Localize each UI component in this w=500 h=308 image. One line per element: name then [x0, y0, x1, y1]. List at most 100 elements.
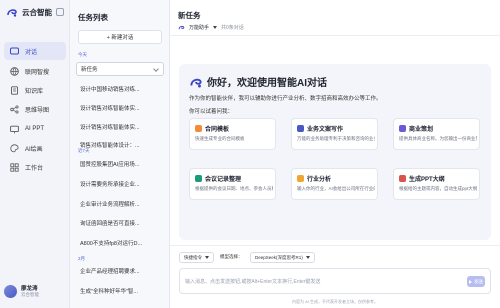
check-icon — [195, 175, 202, 182]
conversation-item[interactable]: 国赞控股集团AI应用场... — [76, 157, 164, 171]
model-select[interactable]: DeepSeek(深度思考R1) — [250, 252, 315, 263]
suggestion-card-industry[interactable]: 行业分析 输入你的行业，AI会给出公司所在行业的基本术语、行业规模、生... — [291, 168, 378, 200]
suggestion-card-copywriting[interactable]: 业务文案写作 万能的业务助理专利于决策和咨询的业务文案 — [291, 118, 378, 150]
card-title: 商业策划 — [409, 127, 434, 133]
globe-icon — [10, 66, 19, 76]
suggestion-card-meeting[interactable]: 会议记录整理 根据提供的会议日期、地点、参会人员和会议要点快速整理 — [189, 168, 276, 200]
suggestion-card-ppt[interactable]: 生成PPT大纲 根据给的主题或内容，自动生成ppt大纲 — [393, 168, 480, 200]
welcome-title: 你好，欢迎使用智能AI对话 — [207, 78, 327, 89]
mindmap-icon — [10, 104, 19, 114]
card-description: 输入你的行业，AI会给出公司所在行业的基本术语、行业规模、生... — [297, 186, 375, 191]
disclaimer: 内容为 AI 生成，不代表开发者立场，仅供参考。 — [291, 299, 378, 304]
agent-name: 万能助手 — [189, 25, 210, 31]
new-chat-button[interactable]: + 新建对话 — [78, 30, 162, 44]
card-description: 根据给的主题或内容，自动生成ppt大纲 — [399, 186, 477, 191]
task-list-title: 任务列表 — [78, 13, 108, 22]
conversation-item[interactable]: 询证函回函是否可直接... — [76, 216, 164, 230]
conversation-item[interactable]: 设计需要务所承接企业... — [76, 177, 164, 191]
conversation-title: 新任务 — [81, 67, 98, 73]
conversation-item[interactable]: A800不支持fp8对运行D... — [76, 236, 164, 250]
model-value: DeepSeek(深度思考R1) — [255, 254, 303, 260]
input-area: 快捷指令 模型选择： DeepSeek(深度思考R1) 输入消息、点击发送按钮,… — [170, 245, 500, 308]
agent-selector[interactable]: 万能助手 共0条对话 — [178, 24, 244, 31]
conversation-title: 询证函回函是否可直接... — [80, 221, 140, 227]
nav-item-chat[interactable]: 对话 — [4, 42, 66, 60]
palette-icon — [10, 143, 19, 152]
main-panel: 新任务 万能助手 共0条对话 你好，欢迎使用智能AI对话 作为你的智能伙伴，我可… — [170, 0, 500, 308]
chart-icon — [297, 175, 304, 182]
message-placeholder: 输入消息、点击发送按钮,或按Alt+Enter文本换行,Enter键发送 — [185, 279, 321, 285]
conversation-item[interactable]: 设计销售对练智能体实... — [76, 101, 164, 115]
card-title: 行业分析 — [307, 177, 332, 183]
collapse-sidebar-icon[interactable] — [56, 8, 64, 16]
conversation-item[interactable]: 新任务 — [76, 62, 164, 76]
welcome-header: 你好，欢迎使用智能AI对话 — [189, 74, 327, 89]
nav-item-label: 联网智搜 — [25, 69, 50, 76]
conversation-title: 国赞控股集团AI应用场... — [80, 162, 140, 168]
nav-item-label: 对话 — [25, 49, 38, 56]
conversation-item[interactable]: 企业审计业务流程解析... — [76, 197, 164, 211]
nav-item-label: AI绘画 — [25, 146, 43, 153]
message-input[interactable]: 输入消息、点击发送按钮,或按Alt+Enter文本换行,Enter键发送 发送 — [179, 268, 491, 294]
workbench-icon — [10, 162, 19, 172]
card-description: 提供具体商业名称。为您输出一份商业策划 — [399, 136, 477, 141]
nav-item-label: 知识库 — [25, 88, 44, 95]
conversation-title: A800不支持fp8对运行D... — [80, 241, 143, 247]
group-label-feb: 2月 — [78, 256, 86, 261]
nav-item-aippt[interactable]: AI PPT — [4, 120, 66, 138]
welcome-panel: 你好，欢迎使用智能AI对话 作为你的智能伙伴，我可以辅助你进行产业分析、数字招商… — [179, 64, 491, 240]
ppt-icon — [399, 175, 406, 182]
send-label: 发送 — [474, 278, 483, 284]
conversation-title: 生成"全科种好年华"智... — [80, 289, 138, 295]
send-icon — [469, 279, 472, 284]
card-description: 万能的业务助理专利于决策和咨询的业务文案 — [297, 136, 375, 141]
conversation-item[interactable]: 企业产品经理招聘要求... — [76, 264, 164, 278]
conversation-item[interactable]: 设计中国移动销售对练... — [76, 82, 164, 96]
chevron-down-icon[interactable] — [153, 66, 159, 72]
user-name: 廖龙涛 — [21, 286, 38, 292]
nav-item-mindmap[interactable]: 思维导图 — [4, 100, 66, 118]
send-button[interactable]: 发送 — [467, 276, 485, 287]
nav-item-label: 工作台 — [25, 165, 44, 172]
brand-logo-icon — [7, 9, 17, 17]
conversation-item[interactable]: 生成"全科种好年华"智... — [76, 284, 164, 298]
chat-icon — [10, 47, 19, 54]
card-title: 业务文案写作 — [307, 127, 344, 133]
suggestion-card-contract[interactable]: 合同模板 快速生成专业的合同模板 — [189, 118, 276, 150]
nav-item-workbench[interactable]: 工作台 — [4, 158, 66, 176]
card-title: 生成PPT大纲 — [409, 177, 445, 183]
card-title: 合同模板 — [205, 127, 230, 133]
contract-icon — [195, 125, 202, 132]
conversation-title: 企业产品经理招聘要求... — [80, 269, 140, 275]
group-label-today: 今天 — [78, 52, 87, 57]
pen-icon — [297, 125, 304, 132]
book-icon — [11, 85, 18, 95]
nav-item-knowledge[interactable]: 知识库 — [4, 81, 66, 99]
model-label: 模型选择： — [220, 254, 243, 259]
task-list-panel: 任务列表 + 新建对话 今天 新任务 设计中国移动销售对练... 设计销售对练智… — [70, 0, 170, 308]
chevron-down-icon — [205, 256, 209, 259]
quick-command-label: 快捷指令 — [184, 254, 202, 260]
conversation-title: 设计中国移动销售对练... — [80, 87, 140, 93]
welcome-prompt: 你可以试着问我： — [189, 109, 234, 115]
quick-command-select[interactable]: 快捷指令 — [179, 252, 214, 263]
brand: 云合智能 — [6, 6, 52, 18]
nav-item-label: 思维导图 — [25, 107, 50, 114]
avatar — [4, 284, 17, 298]
agent-logo-icon — [178, 25, 185, 30]
chevron-down-icon — [213, 26, 218, 29]
welcome-description: 作为你的智能伙伴，我可以辅助你进行产业分析、数字招商和高效办公等工作。 — [189, 96, 382, 102]
conversation-title: 设计需要务所承接企业... — [80, 182, 140, 188]
conversation-item[interactable]: 设计销售对练智能体实... — [76, 120, 164, 134]
user-org: 云合智能 — [21, 292, 39, 297]
nav-item-websearch[interactable]: 联网智搜 — [4, 62, 66, 80]
user-profile[interactable]: 廖龙涛 云合智能 — [4, 284, 39, 298]
card-description: 快速生成专业的合同模板 — [195, 136, 245, 141]
card-description: 根据提供的会议日期、地点、参会人员和会议要点快速整理 — [195, 186, 273, 191]
ppt-icon — [10, 125, 19, 133]
suggestion-card-business-plan[interactable]: 商业策划 提供具体商业名称。为您输出一份商业策划 — [393, 118, 480, 150]
card-title: 会议记录整理 — [205, 177, 242, 183]
conversation-title: 设计销售对练智能体实... — [80, 106, 140, 112]
conversation-title: 设计销售对练智能体实... — [80, 125, 140, 131]
nav-item-aipaint[interactable]: AI绘画 — [4, 139, 66, 157]
